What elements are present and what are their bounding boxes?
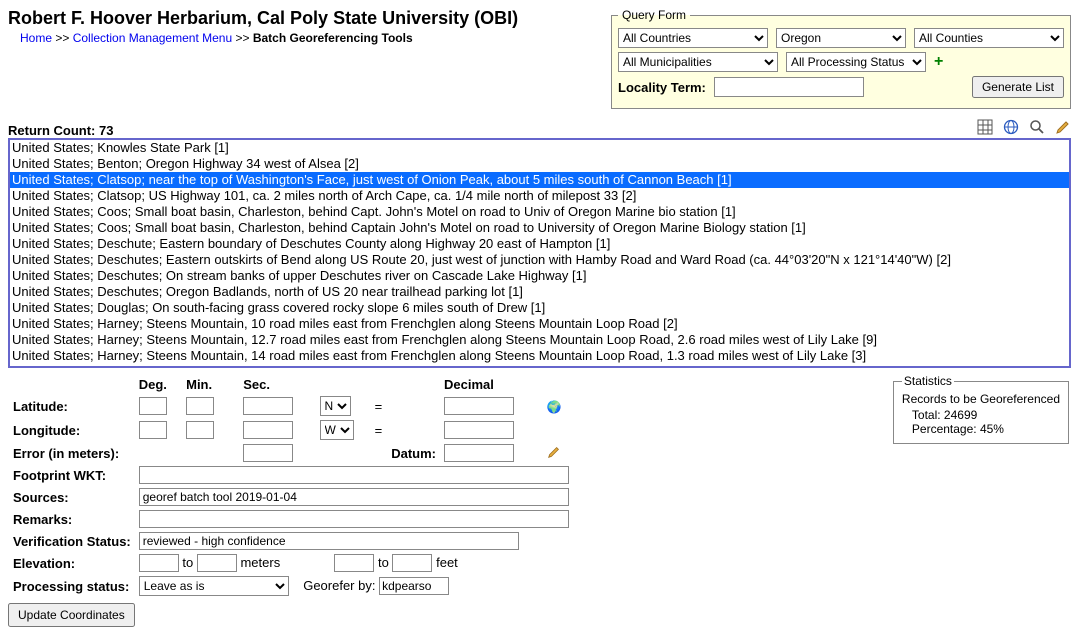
processing-select[interactable]: All Processing Status [786,52,926,72]
feet-label: feet [436,555,458,570]
min-header: Min. [183,376,228,393]
breadcrumb-current: Batch Georeferencing Tools [253,31,413,45]
country-select[interactable]: All Countries [618,28,768,48]
equals-sign: = [372,395,439,417]
datum-input[interactable] [444,444,514,462]
list-item[interactable]: United States; Deschutes; On stream bank… [10,268,1069,284]
stats-percentage: Percentage: 45% [912,422,1060,436]
list-item[interactable]: United States; Coos; Small boat basin, C… [10,220,1069,236]
generate-list-button[interactable]: Generate List [972,76,1064,98]
statistics-legend: Statistics [902,374,954,388]
list-item[interactable]: United States; Knowles State Park [1] [10,140,1069,156]
georefer-by-input[interactable] [379,577,449,595]
breadcrumb-menu[interactable]: Collection Management Menu [73,31,232,45]
lon-min-input[interactable] [186,421,214,439]
list-item[interactable]: United States; Deschutes; Oregon Badland… [10,284,1069,300]
query-form-fieldset: Query Form All Countries Oregon All Coun… [611,8,1071,109]
statistics-fieldset: Statistics Records to be Georeferenced T… [893,374,1069,444]
meters-label: meters [240,555,280,570]
elev-min-f-input[interactable] [334,554,374,572]
longitude-label: Longitude: [10,419,134,441]
globe-icon[interactable] [1003,119,1019,138]
equals-sign2: = [372,419,439,441]
deg-header: Deg. [136,376,181,393]
list-item[interactable]: United States; Harney; Steens Mountain, … [10,316,1069,332]
to-label-2: to [378,555,389,570]
georefer-by-label: Georefer by: [303,578,375,593]
error-label: Error (in meters): [10,443,134,463]
list-item[interactable]: United States; Deschutes; Eastern outski… [10,252,1069,268]
lon-decimal-input[interactable] [444,421,514,439]
grid-icon[interactable] [977,119,993,138]
error-input[interactable] [243,444,293,462]
query-form-legend: Query Form [618,8,690,22]
processing-status-select[interactable]: Leave as is [139,576,289,596]
remarks-label: Remarks: [10,509,134,529]
state-select[interactable]: Oregon [776,28,906,48]
footprint-label: Footprint WKT: [10,465,134,485]
datum-edit-icon[interactable] [547,447,561,462]
update-coordinates-button[interactable]: Update Coordinates [8,603,135,627]
sources-label: Sources: [10,487,134,507]
elevation-label: Elevation: [10,553,134,573]
footprint-input[interactable] [139,466,569,484]
page-title: Robert F. Hoover Herbarium, Cal Poly Sta… [8,8,518,29]
list-item[interactable]: United States; Harney; Steens Mountain, … [10,332,1069,348]
lat-deg-input[interactable] [139,397,167,415]
elev-max-f-input[interactable] [392,554,432,572]
list-item[interactable]: United States; Deschute; Eastern boundar… [10,236,1069,252]
county-select[interactable]: All Counties [914,28,1064,48]
stats-total: Total: 24699 [912,408,1060,422]
list-item[interactable]: United States; Douglas; On south-facing … [10,300,1069,316]
elev-min-m-input[interactable] [139,554,179,572]
lat-decimal-input[interactable] [444,397,514,415]
remarks-input[interactable] [139,510,569,528]
locality-term-input[interactable] [714,77,864,97]
verification-label: Verification Status: [10,531,134,551]
lat-sec-input[interactable] [243,397,293,415]
municipality-select[interactable]: All Municipalities [618,52,778,72]
sources-input[interactable] [139,488,569,506]
plus-icon[interactable]: + [934,53,943,71]
globe-small-icon[interactable]: 🌍 [547,400,562,414]
verification-input[interactable] [139,532,519,550]
list-item[interactable]: United States; Clatsop; near the top of … [10,172,1069,188]
locality-list[interactable]: United States; Knowles State Park [1]Uni… [8,138,1071,368]
pencil-icon[interactable] [1055,119,1071,138]
latitude-label: Latitude: [10,395,134,417]
lat-dir-select[interactable]: N [320,396,351,416]
processing-status-label: Processing status: [10,575,134,597]
stats-heading: Records to be Georeferenced [902,392,1060,406]
datum-label: Datum: [372,443,439,463]
elev-max-m-input[interactable] [197,554,237,572]
to-label-1: to [182,555,193,570]
lon-sec-input[interactable] [243,421,293,439]
list-item[interactable]: United States; Benton; Oregon Highway 34… [10,156,1069,172]
lat-min-input[interactable] [186,397,214,415]
lon-deg-input[interactable] [139,421,167,439]
return-count: Return Count: 73 [8,123,113,138]
list-item[interactable]: United States; Harney; Steens Mountain, … [10,364,1069,368]
lon-dir-select[interactable]: W [320,420,354,440]
breadcrumb: Home >> Collection Management Menu >> Ba… [20,31,518,45]
list-item[interactable]: United States; Clatsop; US Highway 101, … [10,188,1069,204]
sec-header: Sec. [240,376,314,393]
list-item[interactable]: United States; Harney; Steens Mountain, … [10,348,1069,364]
decimal-header: Decimal [441,376,542,393]
list-item[interactable]: United States; Coos; Small boat basin, C… [10,204,1069,220]
locality-term-label: Locality Term: [618,80,706,95]
search-icon[interactable] [1029,119,1045,138]
breadcrumb-home[interactable]: Home [20,31,52,45]
